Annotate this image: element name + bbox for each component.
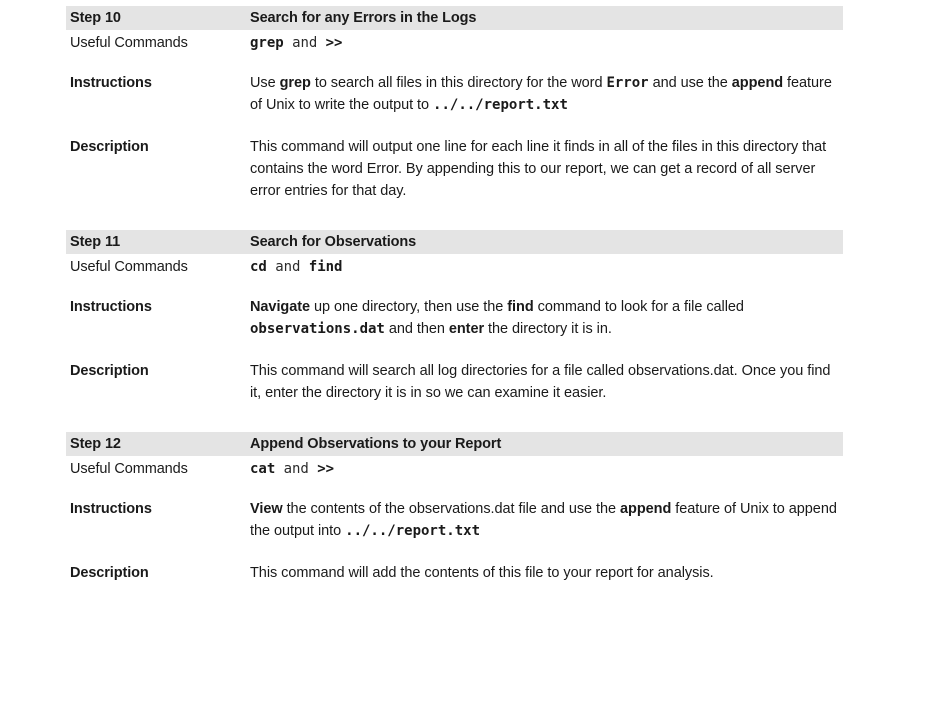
description-row: Description This command will add the co…: [66, 562, 843, 584]
code-text: ../../report.txt: [433, 97, 568, 113]
emphasis-text: append: [620, 501, 672, 517]
description-label: Description: [70, 565, 149, 581]
instructions-value: Use grep to search all files in this dir…: [250, 72, 840, 116]
body-text: the directory it is in.: [484, 321, 612, 337]
step-label: Step 11: [70, 234, 121, 250]
step-header-bar: Step 10 Search for any Errors in the Log…: [66, 6, 843, 30]
emphasis-text: append: [731, 75, 784, 91]
instructions-value: View the contents of the observations.da…: [250, 498, 840, 542]
description-row: Description This command will output one…: [66, 136, 843, 202]
step-header-bar: Step 12 Append Observations to your Repo…: [66, 432, 843, 456]
step-title: Search for any Errors in the Logs: [250, 10, 477, 26]
description-value: This command will search all log directo…: [250, 363, 831, 401]
code-text: Error: [606, 75, 649, 91]
instructions-row: Instructions Navigate up one directory, …: [66, 296, 843, 340]
emphasis-text: View: [250, 501, 283, 517]
command-conjunction: and: [283, 35, 326, 51]
body-text: up one directory, then use the: [310, 299, 508, 315]
command-conjunction: and: [275, 461, 318, 477]
code-text: ../../report.txt: [345, 523, 480, 539]
command-conjunction: and: [266, 259, 309, 275]
command-secondary: find: [308, 259, 343, 275]
step-header-bar: Step 11 Search for Observations: [66, 230, 843, 254]
body-text: and use the: [648, 75, 732, 91]
useful-commands-row: Useful Commands cat and >>: [66, 458, 843, 480]
step-block: Step 10 Search for any Errors in the Log…: [66, 6, 843, 202]
body-text: the contents of the observations.dat fil…: [282, 501, 621, 517]
instructions-label: Instructions: [70, 299, 152, 315]
useful-commands-row: Useful Commands cd and find: [66, 256, 843, 278]
body-text: and then: [384, 321, 449, 337]
description-label: Description: [70, 139, 149, 155]
useful-commands-label: Useful Commands: [70, 35, 188, 51]
code-text: observations.dat: [250, 321, 385, 337]
command-secondary: >>: [317, 461, 335, 477]
step-label: Step 10: [70, 10, 121, 26]
instructions-label: Instructions: [70, 501, 152, 517]
useful-commands-label: Useful Commands: [70, 461, 188, 477]
description-value: This command will add the contents of th…: [250, 565, 714, 581]
command-primary: cat: [250, 461, 276, 477]
step-label: Step 12: [70, 436, 121, 452]
instructions-label: Instructions: [70, 75, 152, 91]
body-text: to search all files in this directory fo…: [310, 75, 607, 91]
step-title: Search for Observations: [250, 234, 417, 250]
useful-commands-row: Useful Commands grep and >>: [66, 32, 843, 54]
emphasis-text: enter: [448, 321, 485, 337]
description-value: This command will output one line for ea…: [250, 139, 827, 199]
command-secondary: >>: [325, 35, 343, 51]
instructions-row: Instructions View the contents of the ob…: [66, 498, 843, 542]
emphasis-text: grep: [279, 75, 311, 91]
emphasis-text: find: [507, 299, 534, 315]
step-block: Step 11 Search for Observations Useful C…: [66, 230, 843, 404]
description-row: Description This command will search all…: [66, 360, 843, 404]
document-page: Step 10 Search for any Errors in the Log…: [0, 0, 941, 709]
body-text: command to look for a file called: [533, 299, 744, 315]
command-primary: grep: [250, 35, 284, 51]
emphasis-text: Navigate: [250, 299, 311, 315]
useful-commands-value: cd and find: [250, 256, 840, 278]
step-block: Step 12 Append Observations to your Repo…: [66, 432, 843, 584]
useful-commands-label: Useful Commands: [70, 259, 188, 275]
instructions-row: Instructions Use grep to search all file…: [66, 72, 843, 116]
command-primary: cd: [250, 259, 267, 275]
step-title: Append Observations to your Report: [250, 436, 502, 452]
useful-commands-value: cat and >>: [250, 458, 840, 480]
description-label: Description: [70, 363, 149, 379]
instructions-value: Navigate up one directory, then use the …: [250, 296, 840, 340]
useful-commands-value: grep and >>: [250, 32, 840, 54]
body-text: Use: [250, 75, 280, 91]
